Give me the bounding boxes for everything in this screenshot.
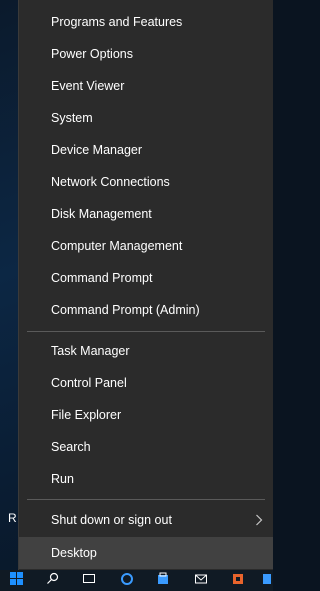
menu-item-system[interactable]: System bbox=[19, 102, 273, 134]
menu-item-file-explorer[interactable]: File Explorer bbox=[19, 399, 273, 431]
office-icon[interactable] bbox=[231, 572, 245, 584]
menu-item-device-manager[interactable]: Device Manager bbox=[19, 134, 273, 166]
chevron-right-icon bbox=[253, 504, 265, 536]
menu-item-label: Shut down or sign out bbox=[51, 513, 172, 527]
menu-item-shut-down-or-sign-out[interactable]: Shut down or sign out bbox=[19, 504, 273, 536]
menu-item-search[interactable]: Search bbox=[19, 431, 273, 463]
search-icon[interactable] bbox=[46, 572, 60, 584]
menu-item-computer-management[interactable]: Computer Management bbox=[19, 230, 273, 262]
task-view-icon[interactable] bbox=[82, 572, 96, 584]
menu-item-control-panel[interactable]: Control Panel bbox=[19, 367, 273, 399]
menu-item-task-manager[interactable]: Task Manager bbox=[19, 335, 273, 367]
menu-item-programs-and-features[interactable]: Programs and Features bbox=[19, 6, 273, 38]
edge-icon[interactable] bbox=[120, 572, 134, 585]
app-icon[interactable] bbox=[262, 572, 276, 584]
menu-item-power-options[interactable]: Power Options bbox=[19, 38, 273, 70]
winx-context-menu: Programs and Features Power Options Even… bbox=[18, 0, 273, 570]
desktop-icon-label: R bbox=[8, 511, 17, 525]
taskbar bbox=[0, 570, 273, 591]
start-icon[interactable] bbox=[10, 572, 24, 585]
menu-separator bbox=[27, 499, 265, 500]
menu-item-command-prompt-admin[interactable]: Command Prompt (Admin) bbox=[19, 294, 273, 326]
menu-item-command-prompt[interactable]: Command Prompt bbox=[19, 262, 273, 294]
menu-separator bbox=[27, 331, 265, 332]
menu-item-event-viewer[interactable]: Event Viewer bbox=[19, 70, 273, 102]
menu-item-run[interactable]: Run bbox=[19, 463, 273, 495]
menu-item-desktop[interactable]: Desktop bbox=[19, 537, 273, 569]
mail-icon[interactable] bbox=[194, 572, 208, 584]
store-icon[interactable] bbox=[156, 572, 170, 584]
menu-item-network-connections[interactable]: Network Connections bbox=[19, 166, 273, 198]
menu-item-disk-management[interactable]: Disk Management bbox=[19, 198, 273, 230]
